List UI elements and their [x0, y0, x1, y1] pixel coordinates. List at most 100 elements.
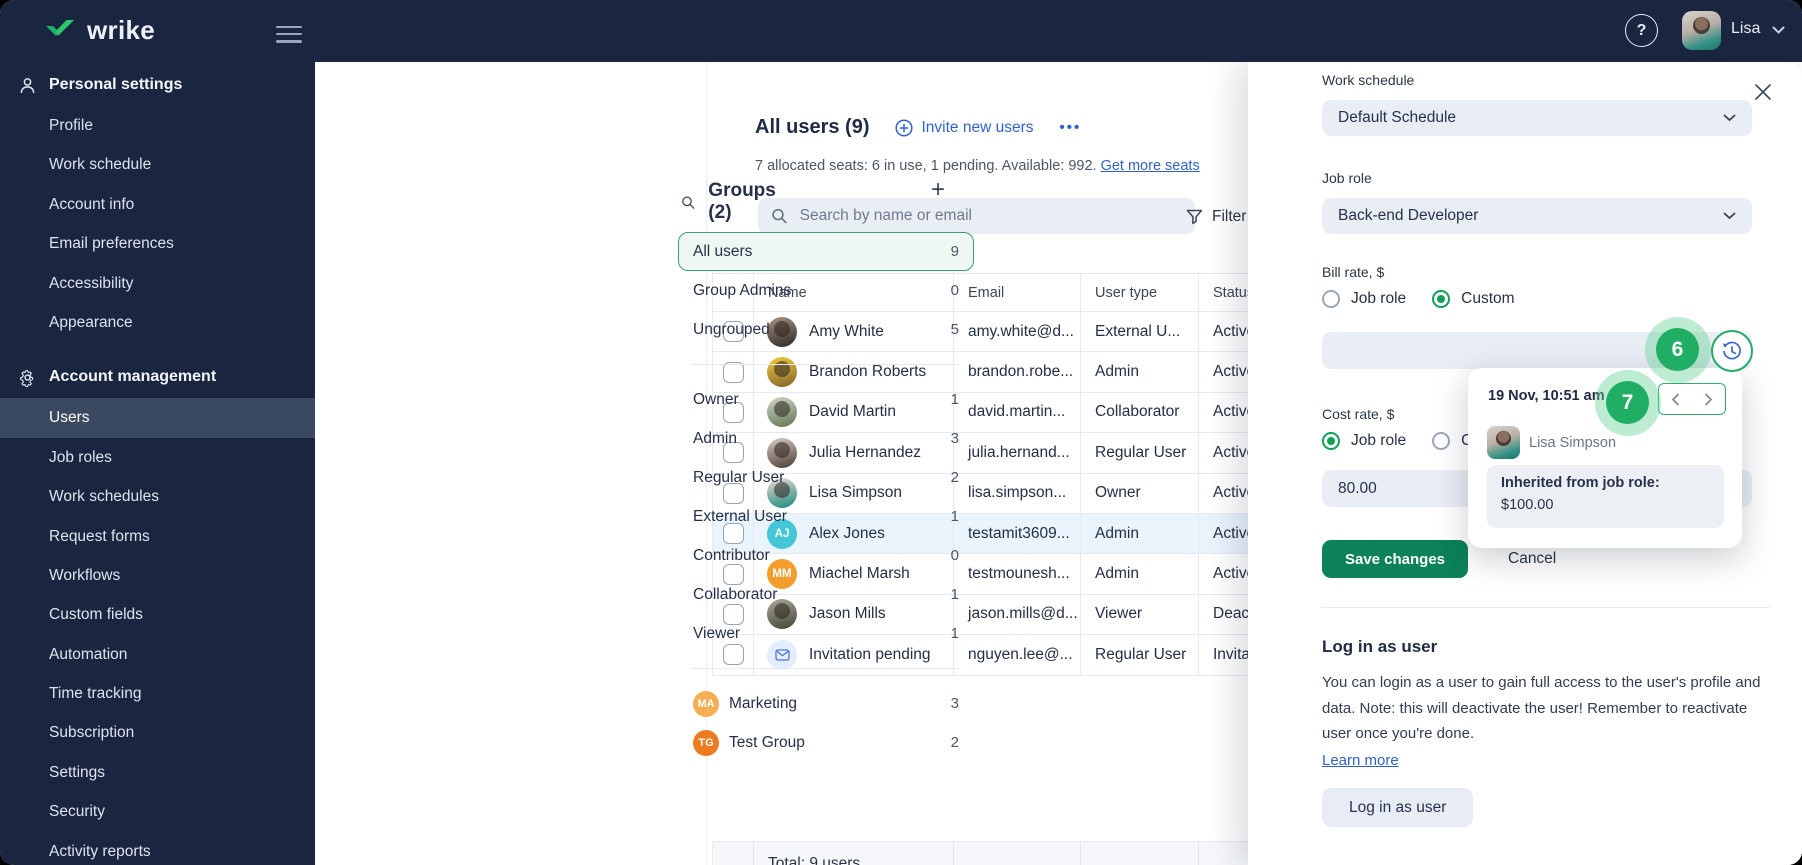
chevron-down-icon [1723, 212, 1736, 220]
group-item-all-users[interactable]: All users 9 [678, 232, 974, 271]
wrike-logo[interactable]: wrike [44, 15, 155, 46]
user-type-cell: Collaborator [1081, 392, 1199, 433]
next-record-button[interactable] [1692, 384, 1725, 414]
history-user-name: Lisa Simpson [1529, 435, 1617, 451]
sidebar-item-users[interactable]: Users [0, 398, 315, 438]
bill-rate-radio-custom[interactable]: Custom [1432, 290, 1515, 308]
work-schedule-label: Work schedule [1322, 72, 1415, 88]
group-count: 1 [950, 625, 959, 642]
sidebar-item-account-info[interactable]: Account info [0, 185, 315, 224]
group-item-contributor[interactable]: Contributor 0 [678, 536, 974, 575]
page-title: All users (9) [755, 116, 870, 138]
log-in-as-user-button[interactable]: Log in as user [1322, 788, 1474, 827]
group-item-test-group[interactable]: TG Test Group 2 [678, 723, 974, 762]
sidebar-item-job-roles[interactable]: Job roles [0, 438, 315, 477]
history-nav [1658, 383, 1726, 415]
sidebar-item-automation[interactable]: Automation [0, 635, 315, 674]
user-name[interactable]: Lisa [1731, 20, 1760, 38]
job-role-select[interactable]: Back-end Developer [1322, 198, 1752, 234]
user-avatar[interactable] [1682, 11, 1721, 50]
group-count: 2 [950, 469, 959, 486]
group-count: 2 [950, 734, 959, 751]
save-changes-button[interactable]: Save changes [1322, 540, 1468, 578]
seats-summary: 7 allocated seats: 6 in use, 1 pending. … [755, 158, 1200, 174]
login-as-user-description: You can login as a user to gain full acc… [1322, 670, 1770, 773]
user-type-cell: Admin [1081, 352, 1199, 392]
sidebar-item-workflows[interactable]: Workflows [0, 556, 315, 595]
sidebar-item-subscription[interactable]: Subscription [0, 713, 315, 752]
group-list-divider [692, 364, 960, 365]
wrike-logo-icon [46, 19, 74, 36]
login-as-user-title: Log in as user [1322, 637, 1438, 656]
filter-button[interactable]: Filter [1186, 208, 1246, 226]
chevron-down-icon[interactable] [1772, 26, 1785, 35]
chevron-left-icon [1671, 393, 1679, 405]
groups-title: Groups (2) [708, 180, 776, 223]
close-icon[interactable] [1753, 82, 1773, 102]
group-item-ungrouped[interactable]: Ungrouped 5 [678, 310, 974, 349]
search-input[interactable] [797, 206, 1182, 226]
group-count: 9 [950, 243, 959, 260]
group-item-owner[interactable]: Owner 1 [678, 380, 974, 419]
sidebar-item-settings[interactable]: Settings [0, 753, 315, 792]
get-more-seats-link[interactable]: Get more seats [1101, 158, 1200, 174]
sidebar-item-accessibility[interactable]: Accessibility [0, 264, 315, 303]
sidebar-item-profile[interactable]: Profile [0, 106, 315, 145]
rate-history-icon[interactable] [1711, 330, 1753, 372]
user-type-cell: Regular User [1081, 433, 1199, 473]
groups-list: All users 9 Group Admins 0 Ungrouped 5 Owner 1 A… [678, 232, 974, 762]
group-avatar: MA [693, 690, 719, 717]
step-6-badge: 6 [1656, 328, 1699, 371]
user-type-cell: External U... [1081, 312, 1199, 352]
group-item-group-admins[interactable]: Group Admins 0 [678, 271, 974, 310]
sidebar-item-request-forms[interactable]: Request forms [0, 517, 315, 556]
bill-rate-label: Bill rate, $ [1322, 264, 1385, 280]
gear-icon [17, 368, 37, 387]
section-divider [1322, 607, 1770, 608]
group-item-collaborator[interactable]: Collaborator 1 [678, 575, 974, 614]
search-box [758, 198, 1195, 234]
sidebar-item-email-preferences[interactable]: Email preferences [0, 224, 315, 263]
group-item-admin[interactable]: Admin 3 [678, 419, 974, 458]
group-count: 1 [950, 391, 959, 408]
work-schedule-select[interactable]: Default Schedule [1322, 100, 1752, 136]
sidebar-item-work-schedules[interactable]: Work schedules [0, 477, 315, 516]
bill-rate-radio-job-role[interactable]: Job role [1322, 290, 1406, 308]
search-icon[interactable] [681, 193, 695, 212]
invite-label: Invite new users [921, 118, 1034, 136]
sidebar-item-security[interactable]: Security [0, 792, 315, 831]
topbar: wrike ? Lisa [0, 0, 1802, 62]
group-item-external-user[interactable]: External User 1 [678, 497, 974, 536]
logo-text: wrike [87, 15, 155, 45]
prev-record-button[interactable] [1659, 384, 1692, 414]
sidebar-item-appearance[interactable]: Appearance [0, 303, 315, 342]
sidebar-section-account-management[interactable]: Account management [0, 356, 315, 398]
more-actions-button[interactable]: ••• [1059, 119, 1081, 136]
help-icon[interactable]: ? [1625, 14, 1658, 47]
job-role-label: Job role [1322, 170, 1372, 186]
add-group-button[interactable]: + [931, 176, 945, 204]
learn-more-link[interactable]: Learn more [1322, 748, 1770, 774]
history-timestamp: 19 Nov, 10:51 am [1488, 388, 1605, 404]
groups-panel: Groups (2) + All users 9 Group Admins 0 Ungr… [315, 62, 974, 865]
group-item-regular-user[interactable]: Regular User 2 [678, 458, 974, 497]
group-item-marketing[interactable]: MA Marketing 3 [678, 684, 974, 723]
sidebar-item-work-schedule[interactable]: Work schedule [0, 145, 315, 184]
inherited-rate-box: Inherited from job role: $100.00 [1487, 465, 1724, 528]
bill-rate-radio-group: Job role Custom [1322, 290, 1752, 308]
sidebar-item-custom-fields[interactable]: Custom fields [0, 595, 315, 634]
group-item-viewer[interactable]: Viewer 1 [678, 614, 974, 653]
column-header-user-type[interactable]: User type [1081, 274, 1199, 311]
invite-new-users-button[interactable]: Invite new users [895, 119, 1033, 137]
settings-sidebar: Personal settings Profile Work schedule Acc… [0, 62, 315, 865]
user-type-cell: Viewer [1081, 594, 1199, 635]
total-users-label: Total: 9 users [754, 842, 954, 865]
history-user-avatar [1487, 426, 1520, 459]
user-type-cell: Regular User [1081, 635, 1199, 675]
sidebar-item-activity-reports[interactable]: Activity reports [0, 832, 315, 865]
cost-rate-radio-job-role[interactable]: Job role [1322, 432, 1406, 450]
sidebar-item-time-tracking[interactable]: Time tracking [0, 674, 315, 713]
group-count: 3 [950, 430, 959, 447]
sidebar-section-personal-settings[interactable]: Personal settings [0, 64, 315, 106]
menu-icon[interactable] [276, 21, 302, 47]
